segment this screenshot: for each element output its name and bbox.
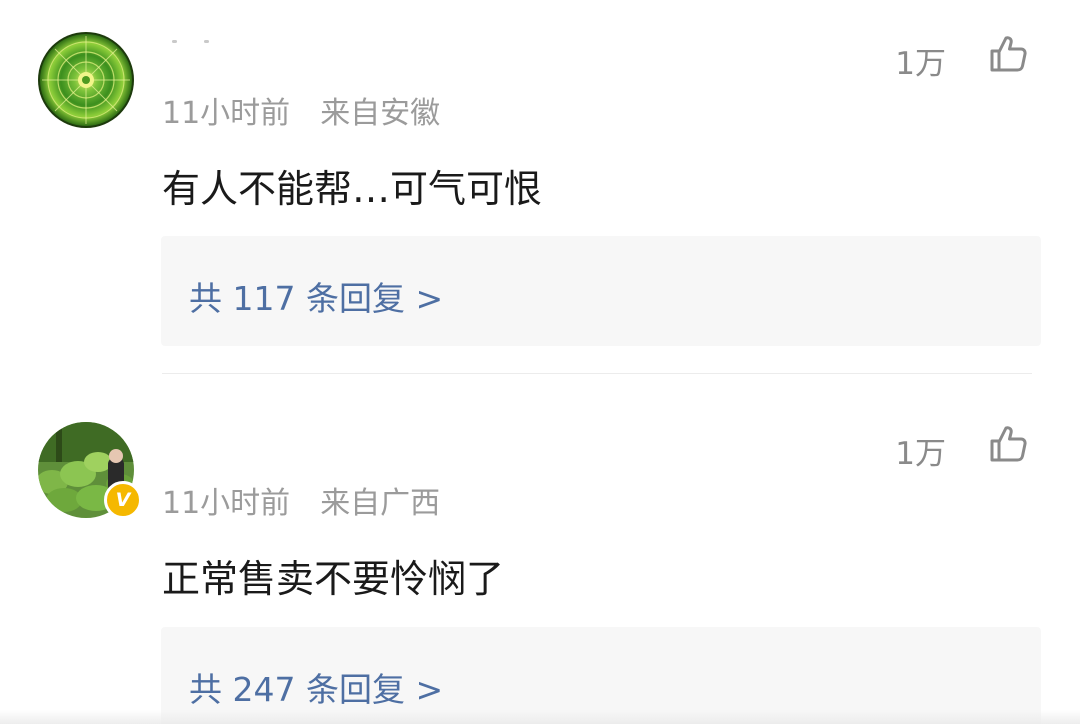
mandala-avatar-image <box>38 32 134 128</box>
view-replies-link[interactable]: 共 247 条回复 > <box>189 663 443 711</box>
comment-text: 有人不能帮…可气可恨 <box>162 167 543 211</box>
verified-badge-icon: V <box>104 481 142 519</box>
username-redacted <box>172 40 218 44</box>
comment-meta: 11小时前 来自广西 <box>162 478 440 522</box>
comment-list: 1万 11小时前 来自安徽 有人不能帮…可气可恨 共 117 条回复 > V 1… <box>0 0 1080 724</box>
like-count: 1万 <box>895 46 946 82</box>
comment-location: 来自广西 <box>320 486 441 521</box>
comment-time: 11小时前 <box>162 96 291 131</box>
replies-panel[interactable]: 共 117 条回复 > <box>161 236 1041 346</box>
bottom-edge-shadow <box>0 710 1080 724</box>
thumbs-up-icon[interactable] <box>988 424 1028 464</box>
comment-divider <box>162 373 1032 374</box>
thumbs-up-icon[interactable] <box>988 34 1028 74</box>
like-count: 1万 <box>895 436 946 472</box>
comment-time: 11小时前 <box>162 486 291 521</box>
comment-meta: 11小时前 来自安徽 <box>162 88 440 132</box>
comment-text: 正常售卖不要怜悯了 <box>162 557 505 601</box>
view-replies-link[interactable]: 共 117 条回复 > <box>189 272 443 320</box>
avatar[interactable] <box>38 32 134 128</box>
comment-location: 来自安徽 <box>320 96 441 131</box>
